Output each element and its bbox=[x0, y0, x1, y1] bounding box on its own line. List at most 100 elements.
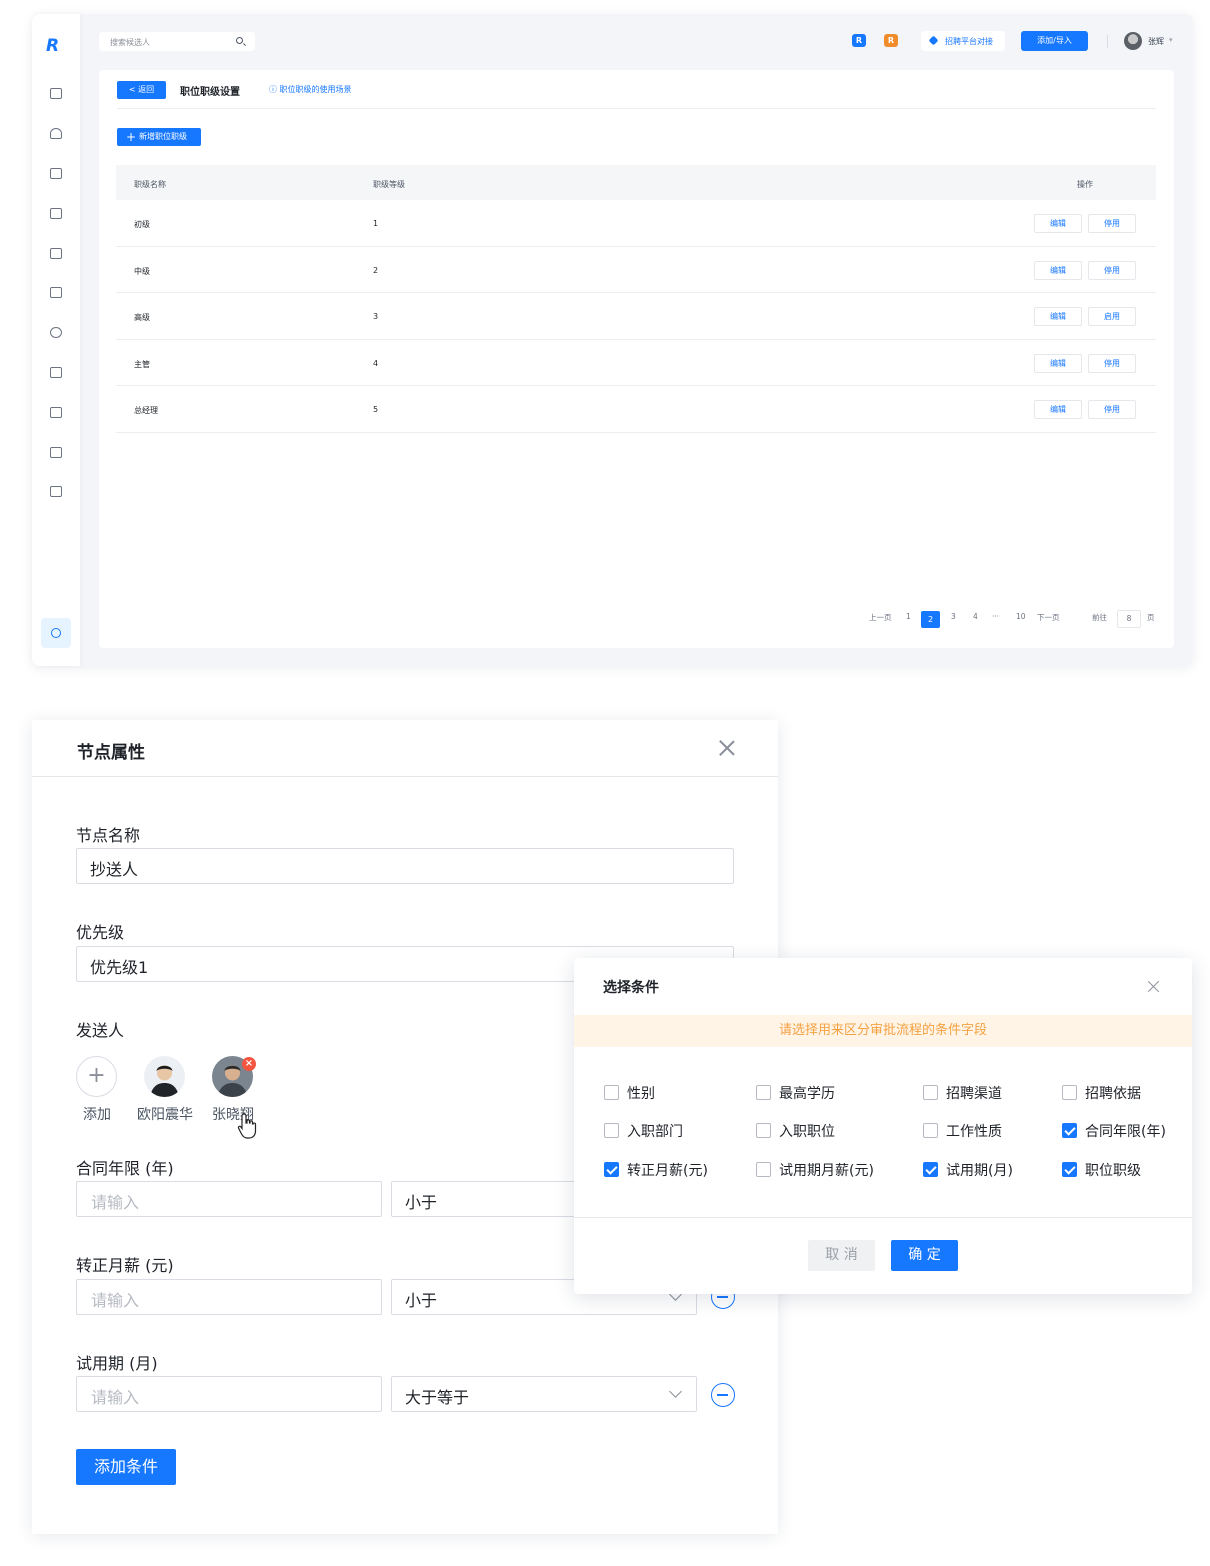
condition-checkbox[interactable]: 招聘依据 bbox=[1062, 1083, 1141, 1103]
panel-title: 节点属性 bbox=[77, 743, 145, 763]
add-person-label: 添加 bbox=[83, 1107, 111, 1123]
nav-resume-icon[interactable] bbox=[50, 168, 62, 179]
sidebar: R bbox=[32, 14, 80, 666]
back-button[interactable]: < 返回 bbox=[117, 81, 166, 99]
edit-button[interactable]: 编辑 bbox=[1034, 214, 1082, 233]
pager-page[interactable]: 4 bbox=[973, 612, 978, 621]
condition-checkbox[interactable]: 转正月薪(元) bbox=[604, 1160, 708, 1180]
node-name-input[interactable]: 抄送人 bbox=[76, 848, 734, 884]
condition-checkbox[interactable]: 性别 bbox=[604, 1083, 655, 1103]
condition-checkbox[interactable]: 合同年限(年) bbox=[1062, 1121, 1166, 1141]
condition-value-input[interactable]: 请输入 bbox=[76, 1181, 382, 1217]
settings-icon bbox=[51, 628, 61, 638]
nav-candidate-icon[interactable] bbox=[50, 128, 62, 139]
pager-goto-input[interactable]: 8 bbox=[1117, 610, 1141, 628]
nav-diamond-icon[interactable] bbox=[50, 327, 62, 338]
checkbox-icon bbox=[756, 1162, 771, 1177]
toggle-status-button[interactable]: 停用 bbox=[1088, 400, 1136, 419]
condition-operator-value: 小于 bbox=[405, 1193, 438, 1212]
nav-settings-button[interactable] bbox=[41, 618, 71, 648]
add-import-button[interactable]: 添加/导入 bbox=[1021, 31, 1088, 51]
sender-label: 发送人 bbox=[76, 1021, 125, 1040]
logo-icon[interactable]: R bbox=[46, 36, 66, 56]
condition-value-input[interactable]: 请输入 bbox=[76, 1376, 382, 1412]
priority-label: 优先级 bbox=[76, 923, 125, 942]
user-avatar[interactable] bbox=[1124, 32, 1142, 50]
remove-person-icon[interactable]: × bbox=[242, 1057, 256, 1071]
rank-name: 初级 bbox=[134, 220, 150, 229]
add-rank-label: 新增职位职级 bbox=[139, 132, 187, 141]
badge-blue-icon[interactable]: R bbox=[852, 34, 866, 47]
search-input[interactable]: 搜索候选人 bbox=[99, 32, 255, 51]
condition-checkbox[interactable]: 试用期(月) bbox=[923, 1160, 1013, 1180]
edit-button[interactable]: 编辑 bbox=[1034, 260, 1082, 280]
help-icon: ⓘ bbox=[269, 85, 280, 94]
condition-checkbox[interactable]: 招聘渠道 bbox=[923, 1083, 1002, 1103]
col-rank-name: 职级名称 bbox=[134, 180, 166, 189]
dialog-title: 选择条件 bbox=[603, 980, 659, 996]
rank-level: 3 bbox=[373, 312, 379, 321]
pager-page[interactable]: 3 bbox=[951, 612, 956, 621]
rank-settings-panel: < 返回 职位职级设置 ⓘ 职位职级的使用场景 + 新增职位职级 职级名称 职级… bbox=[99, 70, 1174, 648]
condition-checkbox[interactable]: 入职部门 bbox=[604, 1121, 683, 1141]
add-condition-button[interactable]: 添加条件 bbox=[76, 1449, 176, 1485]
nav-contact-icon[interactable] bbox=[50, 287, 62, 298]
add-rank-button[interactable]: + 新增职位职级 bbox=[117, 128, 201, 146]
rank-level: 4 bbox=[373, 358, 379, 368]
user-name[interactable]: 张辉 bbox=[1148, 36, 1164, 47]
pager-next[interactable]: 下一页 bbox=[1037, 612, 1060, 623]
pager-prev[interactable]: 上一页 bbox=[869, 612, 892, 623]
toggle-status-button[interactable]: 启用 bbox=[1088, 307, 1136, 326]
search-icon[interactable] bbox=[236, 37, 243, 44]
confirm-button[interactable]: 确 定 bbox=[891, 1240, 958, 1271]
condition-operator-select[interactable]: 大于等于 bbox=[391, 1376, 697, 1412]
condition-checkbox[interactable]: 工作性质 bbox=[923, 1121, 1002, 1141]
help-link-label: 职位职级的使用场景 bbox=[279, 85, 352, 94]
condition-checkbox[interactable]: 试用期月薪(元) bbox=[756, 1160, 874, 1180]
badge-orange-icon[interactable]: R bbox=[884, 34, 898, 47]
edit-button[interactable]: 编辑 bbox=[1034, 400, 1082, 419]
rank-name: 高级 bbox=[134, 313, 150, 322]
avatar[interactable] bbox=[144, 1056, 185, 1097]
nav-job-icon[interactable] bbox=[50, 208, 62, 219]
cancel-button[interactable]: 取 消 bbox=[808, 1240, 875, 1271]
help-link[interactable]: ⓘ 职位职级的使用场景 bbox=[269, 84, 352, 95]
rank-name: 中级 bbox=[134, 266, 150, 276]
platform-connect-button[interactable]: 招聘平台对接 bbox=[921, 31, 1005, 51]
nav-dashboard-icon[interactable] bbox=[50, 88, 62, 99]
edit-button[interactable]: 编辑 bbox=[1034, 353, 1082, 373]
table-row: 初级 1 编辑 停用 bbox=[116, 200, 1156, 247]
nav-card-icon[interactable] bbox=[50, 486, 62, 497]
close-icon[interactable] bbox=[1147, 979, 1161, 993]
edit-button[interactable]: 编辑 bbox=[1034, 307, 1082, 326]
toggle-status-button[interactable]: 停用 bbox=[1088, 260, 1136, 280]
rank-level: 5 bbox=[373, 405, 379, 414]
pager-page[interactable]: 10 bbox=[1016, 612, 1026, 621]
condition-value-input[interactable]: 请输入 bbox=[76, 1279, 382, 1315]
nav-document-icon[interactable] bbox=[50, 447, 62, 458]
hand-cursor-icon bbox=[237, 1113, 257, 1139]
pager-page[interactable]: 1 bbox=[906, 612, 911, 621]
toggle-status-button[interactable]: 停用 bbox=[1088, 214, 1136, 233]
pager-ellipsis[interactable]: ··· bbox=[992, 612, 999, 621]
table-row: 总经理 5 编辑 停用 bbox=[116, 386, 1156, 433]
pager-goto-label: 前往 bbox=[1092, 613, 1107, 622]
add-person-button[interactable]: + bbox=[76, 1056, 117, 1097]
remove-condition-icon[interactable] bbox=[711, 1383, 735, 1407]
chevron-down-icon[interactable]: ▾ bbox=[1169, 36, 1173, 44]
condition-checkbox[interactable]: 最高学历 bbox=[756, 1083, 835, 1103]
close-icon[interactable] bbox=[717, 738, 737, 758]
toggle-status-button[interactable]: 停用 bbox=[1088, 353, 1136, 373]
search-placeholder: 搜索候选人 bbox=[110, 38, 150, 47]
checkbox-icon bbox=[923, 1123, 938, 1138]
checkbox-icon bbox=[604, 1085, 619, 1100]
pager-current[interactable]: 2 bbox=[921, 611, 940, 628]
condition-checkbox[interactable]: 职位职级 bbox=[1062, 1160, 1141, 1180]
divider bbox=[32, 776, 778, 777]
condition-checkbox[interactable]: 入职职位 bbox=[756, 1121, 835, 1141]
nav-briefcase-icon[interactable] bbox=[50, 248, 62, 259]
pager-unit: 页 bbox=[1147, 613, 1155, 622]
nav-report-icon[interactable] bbox=[50, 367, 62, 378]
rank-level: 1 bbox=[373, 219, 379, 228]
nav-calendar-icon[interactable] bbox=[50, 407, 62, 418]
